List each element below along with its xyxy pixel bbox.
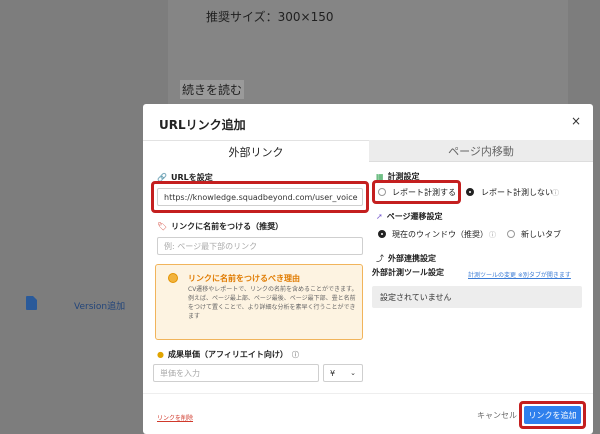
add-button-highlight [519, 401, 586, 429]
coin-icon: ● [157, 350, 164, 359]
sidebar-version-label[interactable]: Version追加 [74, 299, 125, 312]
recommended-size-text: 推奨サイズ：300×150 [206, 10, 334, 24]
delete-link[interactable]: リンクを削除 [157, 413, 193, 422]
info-body: CV遷移やレポートで、リンクの名前を含めることができます。例えば、ページ最上部、… [188, 286, 358, 320]
info-title: リンクに名前をつけるべき理由 [188, 274, 300, 283]
help-icon[interactable]: ⓘ [292, 350, 299, 360]
tag-icon: 🏷 [157, 222, 168, 231]
sidebar-version-item[interactable] [26, 296, 37, 310]
price-label: ● 成果単価（アフィリエイト向け） ⓘ [157, 350, 299, 360]
help-icon[interactable]: ⓘ [552, 188, 559, 198]
chevron-down-icon: ⌄ [350, 369, 356, 377]
link-name-input[interactable]: 例: ページ最下部のリンク [157, 237, 363, 255]
url-highlight [151, 181, 369, 213]
radio-current-window[interactable] [378, 230, 386, 238]
document-icon [26, 296, 37, 310]
tab-page-jump[interactable]: ページ内移動 [369, 140, 593, 162]
footer-divider [143, 393, 593, 394]
lightbulb-icon [168, 273, 178, 283]
link-icon: ⤴ [376, 254, 384, 263]
read-more-text: 続きを読む [180, 80, 245, 99]
transition-label: ➚ ページ遷移設定 [376, 212, 443, 221]
info-box: リンクに名前をつけるべき理由 CV遷移やレポートで、リンクの名前を含めることがで… [155, 264, 363, 340]
currency-select[interactable]: ¥ ⌄ [323, 364, 363, 382]
link-name-label: 🏷 リンクに名前をつける（推奨） [157, 222, 284, 231]
radio-new-tab[interactable] [507, 230, 515, 238]
report-highlight [372, 180, 461, 204]
radio-report-off[interactable] [466, 188, 474, 196]
price-input[interactable]: 単価を入力 [153, 364, 319, 382]
external-tool-label: 外部計測ツール設定 [372, 268, 444, 277]
change-tool-link[interactable]: 計測ツールの変更 ※別タブが開きます [468, 270, 571, 279]
modal-title: URLリンク追加 [159, 118, 246, 132]
radio-current-window-label[interactable]: 現在のウィンドウ（推奨） [392, 229, 488, 240]
url-link-modal: URLリンク追加 × 外部リンク ページ内移動 🔗 URLを設定 https:/… [143, 104, 593, 434]
external-label: ⤴ 外部連携設定 [376, 254, 436, 263]
cursor-icon: ➚ [376, 212, 383, 221]
help-icon[interactable]: ⓘ [489, 230, 496, 240]
external-status: 設定されていません [372, 286, 582, 308]
close-icon[interactable]: × [571, 114, 581, 128]
tab-external-link[interactable]: 外部リンク [143, 140, 369, 162]
radio-report-off-label[interactable]: レポート計測しない [481, 187, 553, 198]
cancel-button[interactable]: キャンセル [477, 410, 517, 421]
radio-new-tab-label[interactable]: 新しいタブ [521, 229, 561, 240]
currency-value: ¥ [330, 368, 336, 378]
